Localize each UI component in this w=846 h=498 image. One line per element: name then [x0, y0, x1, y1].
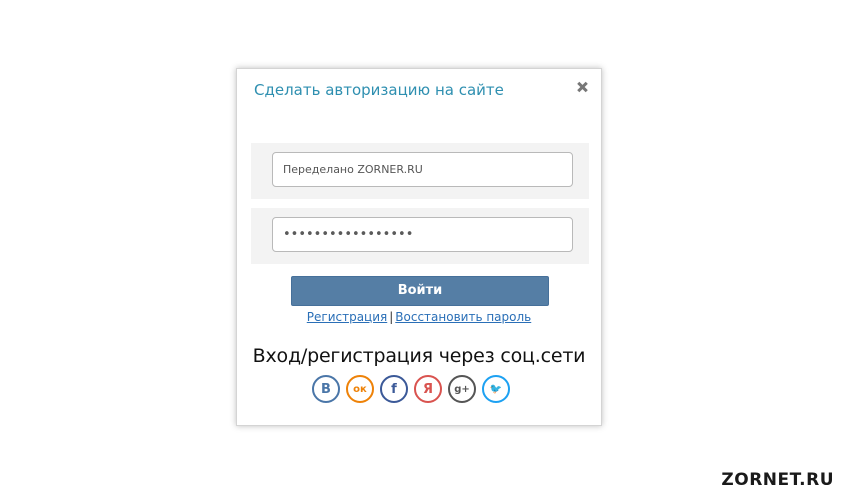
- social-icons: B ок f Я g+ 🐦: [312, 375, 532, 407]
- modal-title: Сделать авторизацию на сайте: [254, 81, 504, 99]
- login-input[interactable]: [272, 152, 573, 187]
- restore-password-link[interactable]: Восстановить пароль: [395, 310, 531, 324]
- register-link[interactable]: Регистрация: [307, 310, 387, 324]
- social-login-title: Вход/регистрация через соц.сети: [252, 345, 586, 367]
- close-icon[interactable]: [575, 80, 589, 94]
- password-input[interactable]: [272, 217, 573, 252]
- watermark-logo: ZORNET.RU: [721, 470, 834, 490]
- password-field-row: [251, 208, 589, 264]
- twitter-icon[interactable]: 🐦: [482, 375, 510, 403]
- page: Сделать авторизацию на сайте Войти Регис…: [0, 0, 846, 498]
- google-plus-icon[interactable]: g+: [448, 375, 476, 403]
- facebook-icon[interactable]: f: [380, 375, 408, 403]
- login-field-row: [251, 143, 589, 199]
- login-button[interactable]: Войти: [291, 276, 549, 306]
- yandex-icon[interactable]: Я: [414, 375, 442, 403]
- odnoklassniki-icon[interactable]: ок: [346, 375, 374, 403]
- auth-links: Регистрация | Восстановить пароль: [237, 310, 601, 324]
- login-modal: Сделать авторизацию на сайте Войти Регис…: [236, 68, 602, 426]
- vk-icon[interactable]: B: [312, 375, 340, 403]
